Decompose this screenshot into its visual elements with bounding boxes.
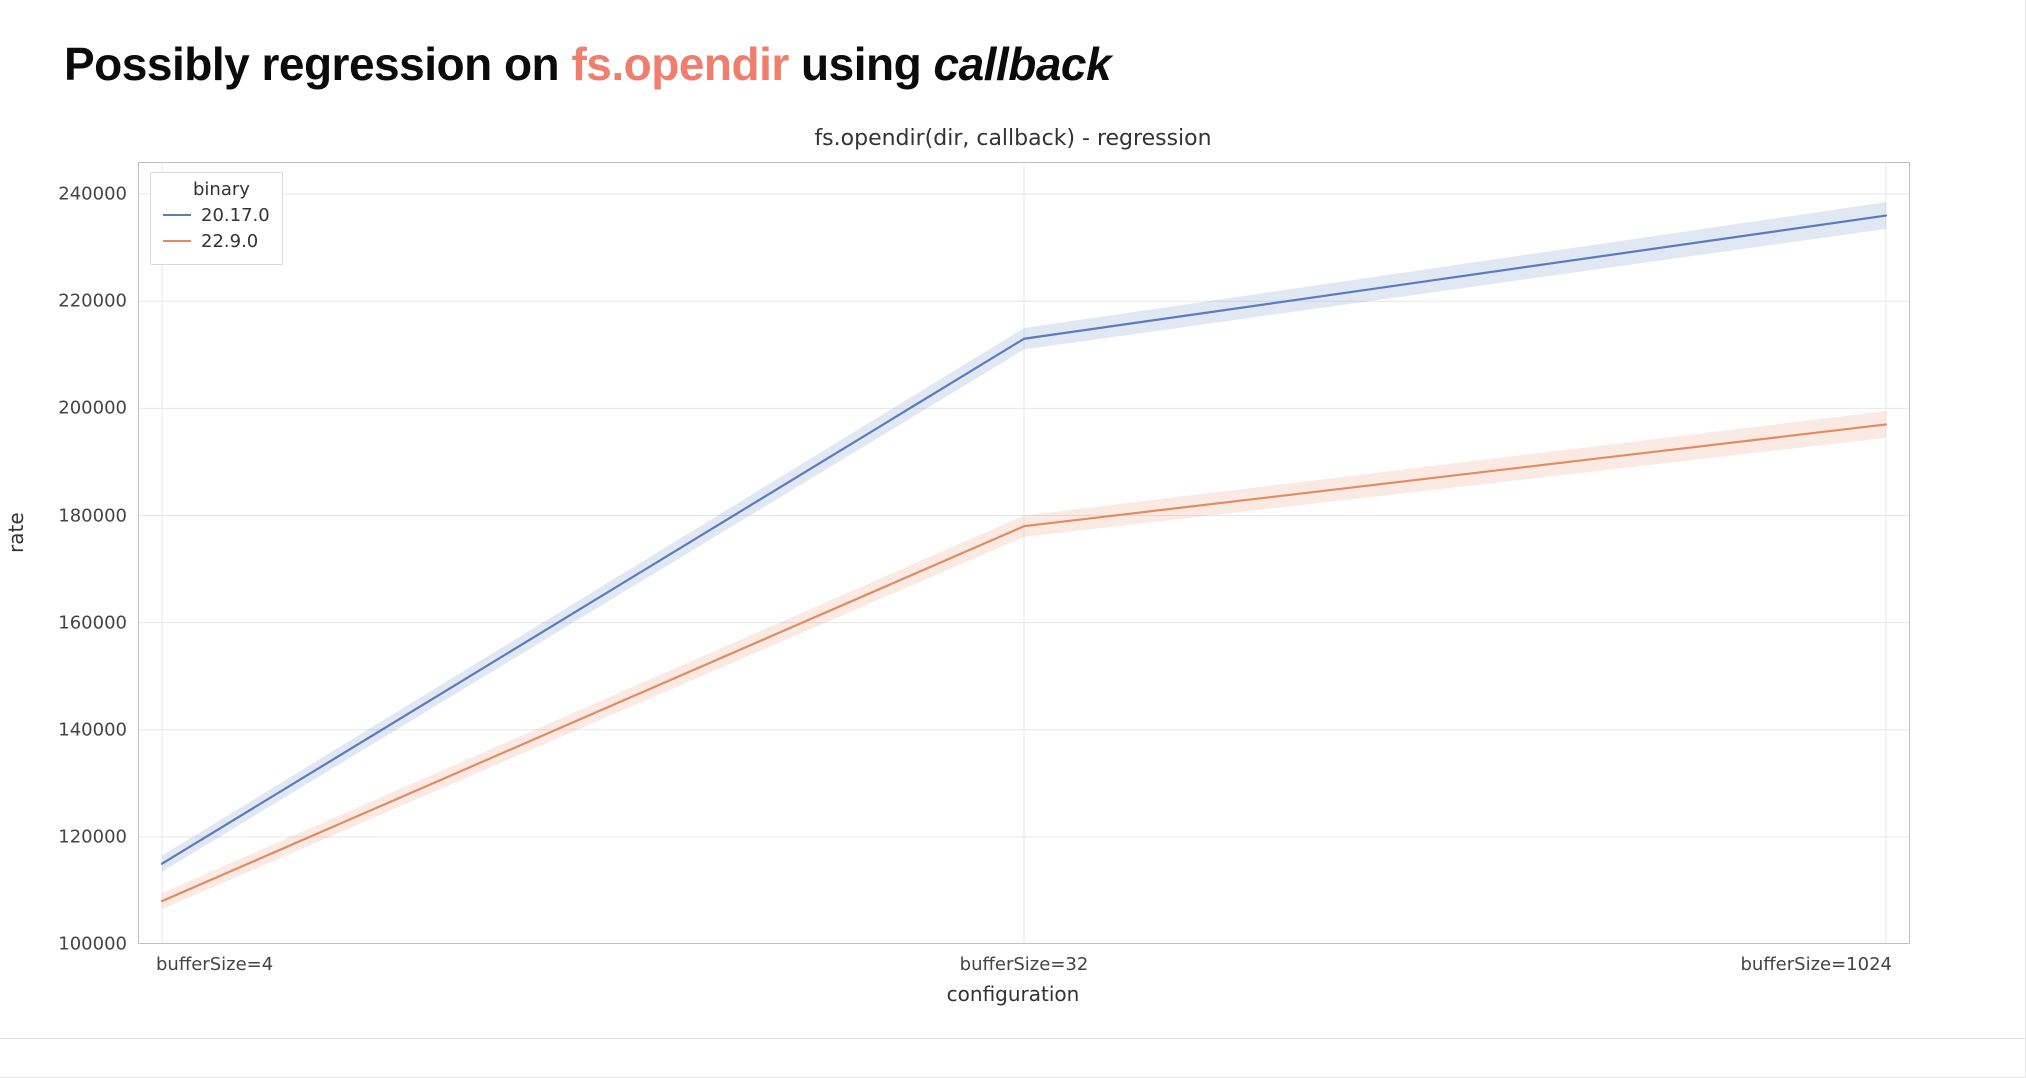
- document-frame: Possibly regression on fs.opendir using …: [0, 0, 2026, 1078]
- y-tick-label: 240000: [27, 184, 127, 205]
- title-prefix: Possibly regression on: [64, 38, 571, 90]
- page-title: Possibly regression on fs.opendir using …: [64, 37, 1111, 91]
- x-tick-label: bufferSize=1024: [1740, 954, 1892, 975]
- title-mid: using: [789, 38, 934, 90]
- y-tick-label: 220000: [27, 291, 127, 312]
- title-accent: fs.opendir: [571, 38, 788, 90]
- legend-swatch: [163, 240, 191, 242]
- y-tick-label: 120000: [27, 826, 127, 847]
- legend-swatch: [163, 214, 191, 216]
- legend-title: binary: [193, 179, 270, 200]
- x-axis-label: configuration: [0, 982, 2026, 1006]
- chart-title: fs.opendir(dir, callback) - regression: [0, 126, 2026, 151]
- title-em: callback: [934, 38, 1112, 90]
- y-tick-label: 100000: [27, 934, 127, 955]
- y-tick-label: 180000: [27, 505, 127, 526]
- y-tick-label: 200000: [27, 398, 127, 419]
- legend-label: 20.17.0: [201, 205, 270, 226]
- chart-svg: [138, 162, 1910, 944]
- chart-plot-area: [138, 162, 1910, 944]
- legend-label: 22.9.0: [201, 231, 258, 252]
- y-tick-label: 140000: [27, 719, 127, 740]
- x-tick-label: bufferSize=4: [156, 954, 273, 975]
- legend-item: 22.9.0: [163, 228, 270, 254]
- y-tick-label: 160000: [27, 612, 127, 633]
- chart-legend: binary 20.17.0 22.9.0: [150, 172, 283, 265]
- legend-item: 20.17.0: [163, 202, 270, 228]
- x-tick-label: bufferSize=32: [960, 954, 1089, 975]
- y-axis-label: rate: [4, 512, 28, 553]
- section-divider: [0, 1038, 2025, 1039]
